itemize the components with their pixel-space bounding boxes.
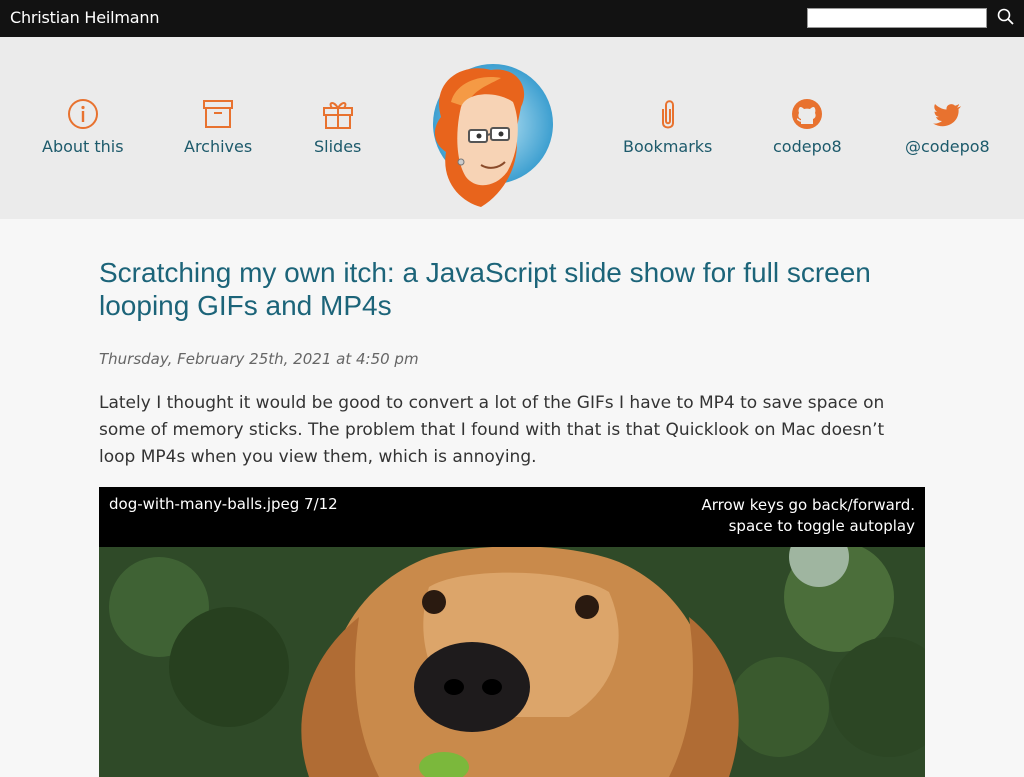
top-bar: Christian Heilmann (0, 0, 1024, 37)
github-icon (792, 99, 823, 129)
nav-bookmarks[interactable]: Bookmarks (623, 97, 712, 156)
nav-label: About this (42, 137, 124, 156)
nav-slides[interactable]: Slides (314, 97, 361, 156)
slideshow-demo[interactable]: dog-with-many-balls.jpeg 7/12 Arrow keys… (99, 487, 925, 777)
nav-label: Archives (184, 137, 253, 156)
info-icon (67, 99, 98, 129)
article: Scratching my own itch: a JavaScript sli… (99, 256, 925, 777)
nav-label: @codepo8 (905, 137, 990, 156)
nav-github[interactable]: codepo8 (773, 97, 842, 156)
nav-label: Bookmarks (623, 137, 713, 156)
slide-caption: dog-with-many-balls.jpeg 7/12 (109, 495, 338, 513)
nav-twitter[interactable]: @codepo8 (905, 97, 990, 156)
header-nav: About this Archives Slides Bookmarks cod… (0, 37, 1024, 219)
article-date: Thursday, February 25th, 2021 at 4:50 pm (99, 350, 419, 368)
nav-label: codepo8 (773, 137, 842, 156)
avatar[interactable] (421, 62, 557, 212)
paperclip-icon (661, 100, 674, 129)
dog-image (99, 547, 925, 777)
twitter-icon (933, 104, 962, 127)
nav-archives[interactable]: Archives (184, 97, 252, 156)
article-intro: Lately I thought it would be good to con… (99, 393, 885, 467)
slide-help: Arrow keys go back/forward. space to tog… (701, 495, 915, 537)
slide-help-line2: space to toggle autoplay (728, 517, 915, 535)
article-title[interactable]: Scratching my own itch: a JavaScript sli… (99, 256, 925, 322)
slide-help-line1: Arrow keys go back/forward. (701, 496, 915, 514)
search-input[interactable] (807, 8, 987, 28)
nav-about[interactable]: About this (42, 97, 124, 156)
search-icon[interactable] (996, 7, 1016, 27)
nav-label: Slides (314, 137, 362, 156)
site-title-link[interactable]: Christian Heilmann (10, 8, 159, 27)
archive-icon (203, 100, 234, 128)
gift-icon (322, 102, 353, 129)
